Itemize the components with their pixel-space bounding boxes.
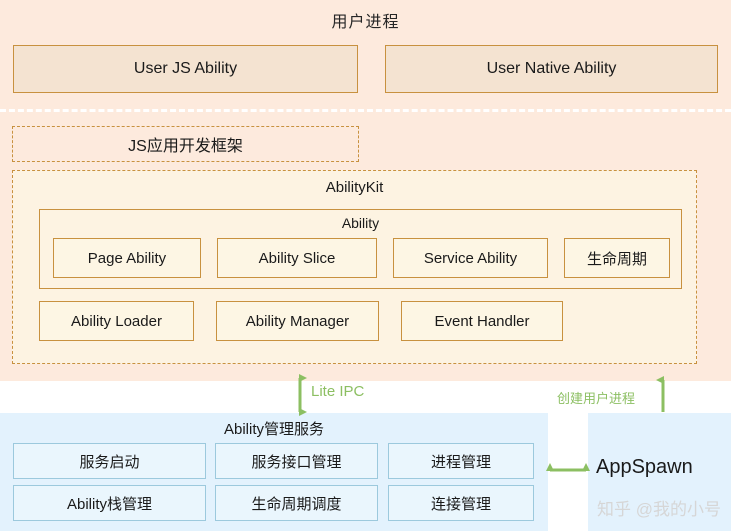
chip-lifecycle: 生命周期 xyxy=(564,238,670,278)
user-process-title: 用户进程 xyxy=(331,14,400,31)
abilitykit-container: AbilityKit Ability Page Ability Ability … xyxy=(12,170,697,364)
chip-service-ability: Service Ability xyxy=(393,238,548,278)
chip-lifecycle-scheduling: 生命周期调度 xyxy=(215,485,378,521)
ability-manager-service-title: Ability管理服务 xyxy=(223,421,324,438)
chip-ability-slice: Ability Slice xyxy=(217,238,377,278)
chip-connection-management: 连接管理 xyxy=(388,485,534,521)
chip-process-management: 进程管理 xyxy=(388,443,534,479)
abilitykit-label: AbilityKit xyxy=(325,179,384,196)
user-process-region: 用户进程 User JS Ability User Native Ability… xyxy=(0,0,731,381)
watermark: 知乎 @我的小号 xyxy=(597,500,721,519)
architecture-diagram: 用户进程 User JS Ability User Native Ability… xyxy=(0,0,731,531)
appspawn-label: AppSpawn xyxy=(596,456,693,478)
ability-label: Ability xyxy=(341,215,380,231)
ability-container: Ability Page Ability Ability Slice Servi… xyxy=(39,209,682,289)
user-native-ability-box: User Native Ability xyxy=(385,45,718,93)
chip-page-ability: Page Ability xyxy=(53,238,201,278)
chip-ability-manager: Ability Manager xyxy=(216,301,379,341)
chip-ability-stack-management: Ability栈管理 xyxy=(13,485,206,521)
create-user-process-label: 创建用户进程 xyxy=(557,391,636,406)
chip-service-interface-management: 服务接口管理 xyxy=(215,443,378,479)
chip-service-start: 服务启动 xyxy=(13,443,206,479)
js-framework-box: JS应用开发框架 xyxy=(12,126,359,162)
chip-event-handler: Event Handler xyxy=(401,301,563,341)
chip-ability-loader: Ability Loader xyxy=(39,301,194,341)
lite-ipc-label: Lite IPC xyxy=(311,383,365,400)
user-js-ability-box: User JS Ability xyxy=(13,45,358,93)
process-divider xyxy=(0,109,731,112)
